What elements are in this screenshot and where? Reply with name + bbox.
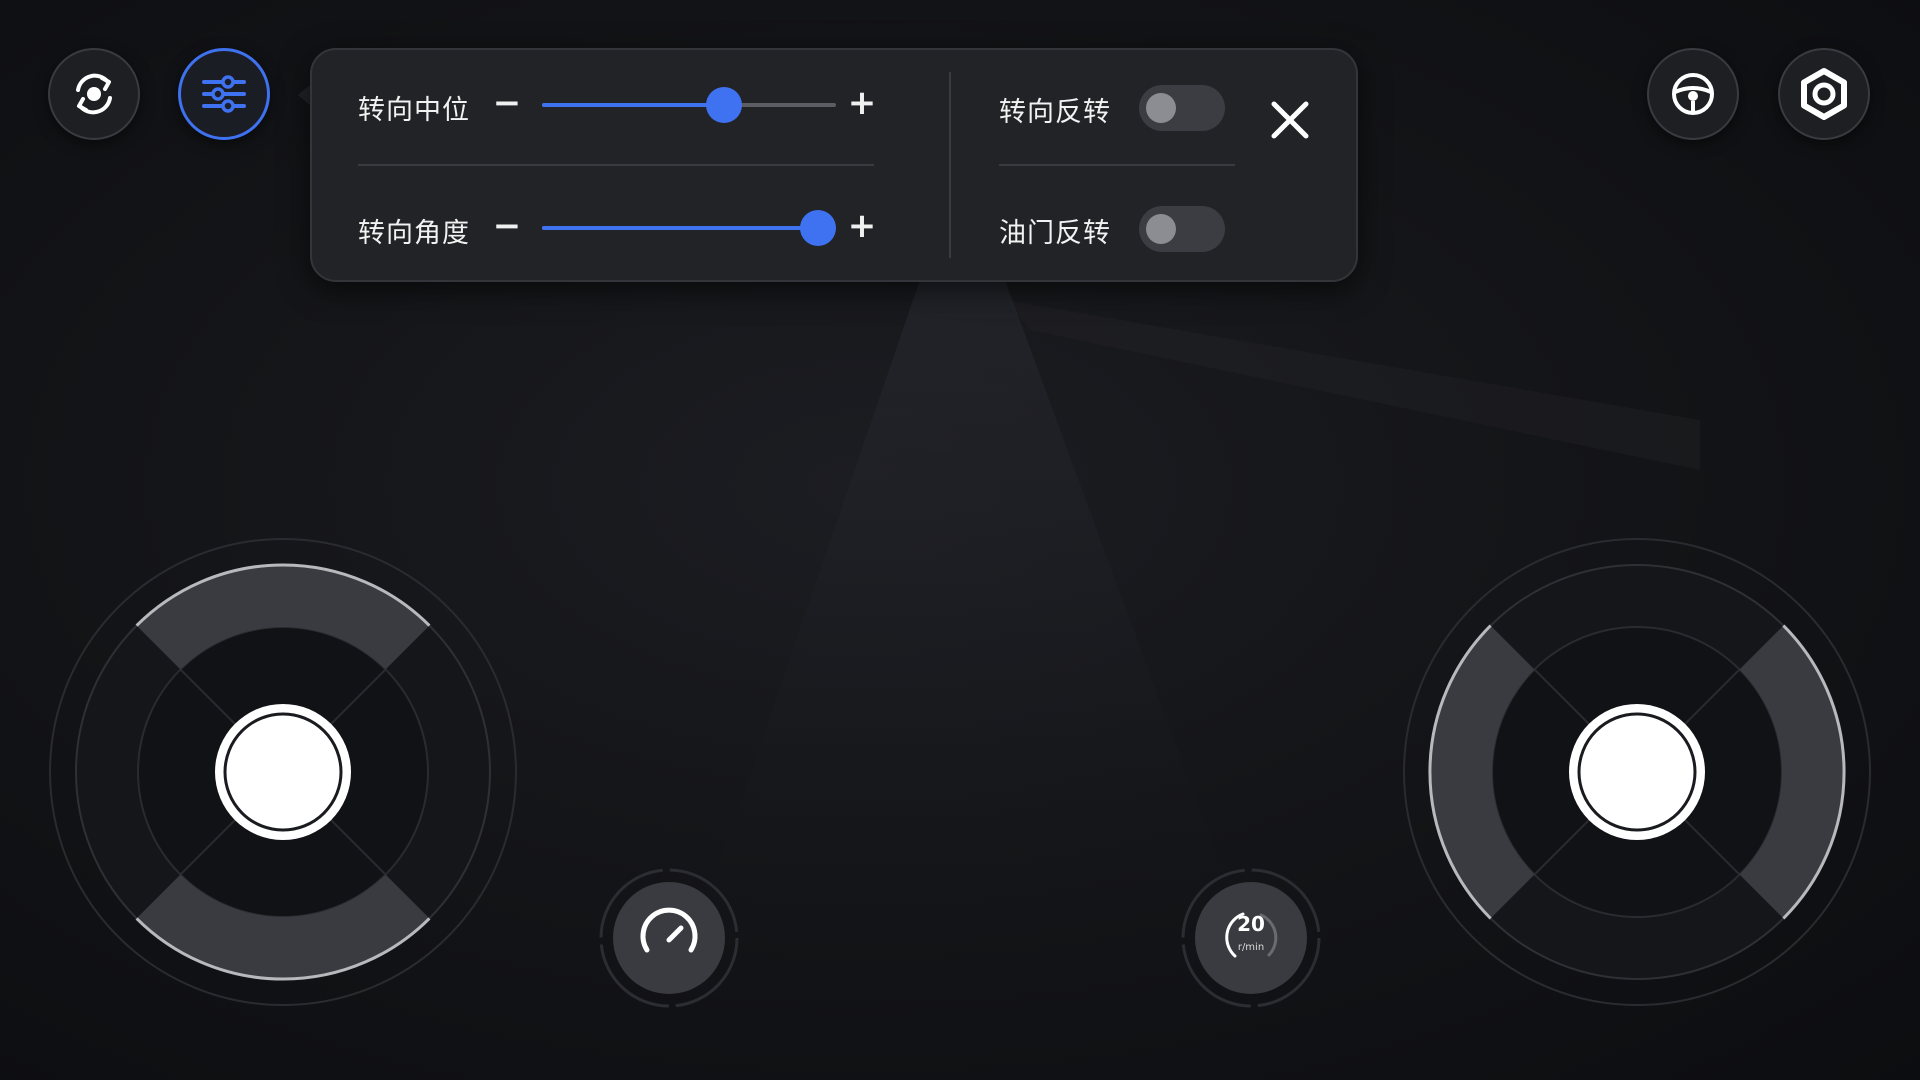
steering-angle-plus-button[interactable]: + [845, 209, 879, 243]
steering-joystick[interactable] [1402, 537, 1872, 1007]
steering-mode-button[interactable] [1647, 48, 1739, 140]
toggle-knob [1146, 93, 1176, 123]
row-divider [358, 164, 874, 166]
steering-angle-slider[interactable] [542, 210, 837, 246]
joystick-knob[interactable] [1569, 704, 1705, 840]
steering-center-plus-button[interactable]: + [845, 86, 879, 120]
slider-fill [542, 226, 819, 230]
rotate-camera-icon [76, 73, 112, 115]
steering-angle-minus-button[interactable]: − [490, 209, 524, 243]
steering-reverse-toggle[interactable] [1139, 85, 1225, 131]
row-divider [999, 164, 1235, 166]
close-icon [1271, 101, 1309, 139]
slider-knob[interactable] [706, 87, 743, 123]
gear-icon [1801, 68, 1847, 120]
throttle-joystick[interactable] [48, 537, 518, 1007]
settings-sliders-button[interactable] [178, 48, 270, 140]
steering-center-slider[interactable] [542, 87, 836, 123]
rpm-unit: r/min [1237, 942, 1265, 953]
steering-reverse-label: 转向反转 [999, 97, 1111, 128]
steering-angle-label: 转向角度 [358, 218, 470, 249]
steering-center-label: 转向中位 [358, 95, 470, 126]
toggle-knob [1146, 214, 1176, 244]
slider-fill [542, 103, 725, 107]
steering-wheel-icon [1672, 73, 1714, 115]
steering-center-minus-button[interactable]: − [490, 86, 524, 120]
throttle-reverse-label: 油门反转 [999, 218, 1111, 249]
throttle-reverse-toggle[interactable] [1139, 206, 1225, 252]
speed-gauge-button[interactable] [599, 868, 739, 1008]
rotate-camera-button[interactable] [48, 48, 140, 140]
rpm-value: 20 [1237, 912, 1265, 936]
joystick-knob[interactable] [215, 704, 351, 840]
rpm-gauge[interactable]: 20 r/min [1181, 868, 1321, 1008]
column-divider [949, 72, 951, 258]
close-panel-button[interactable] [1265, 95, 1315, 145]
sliders-icon [202, 75, 246, 113]
settings-gear-button[interactable] [1778, 48, 1870, 140]
